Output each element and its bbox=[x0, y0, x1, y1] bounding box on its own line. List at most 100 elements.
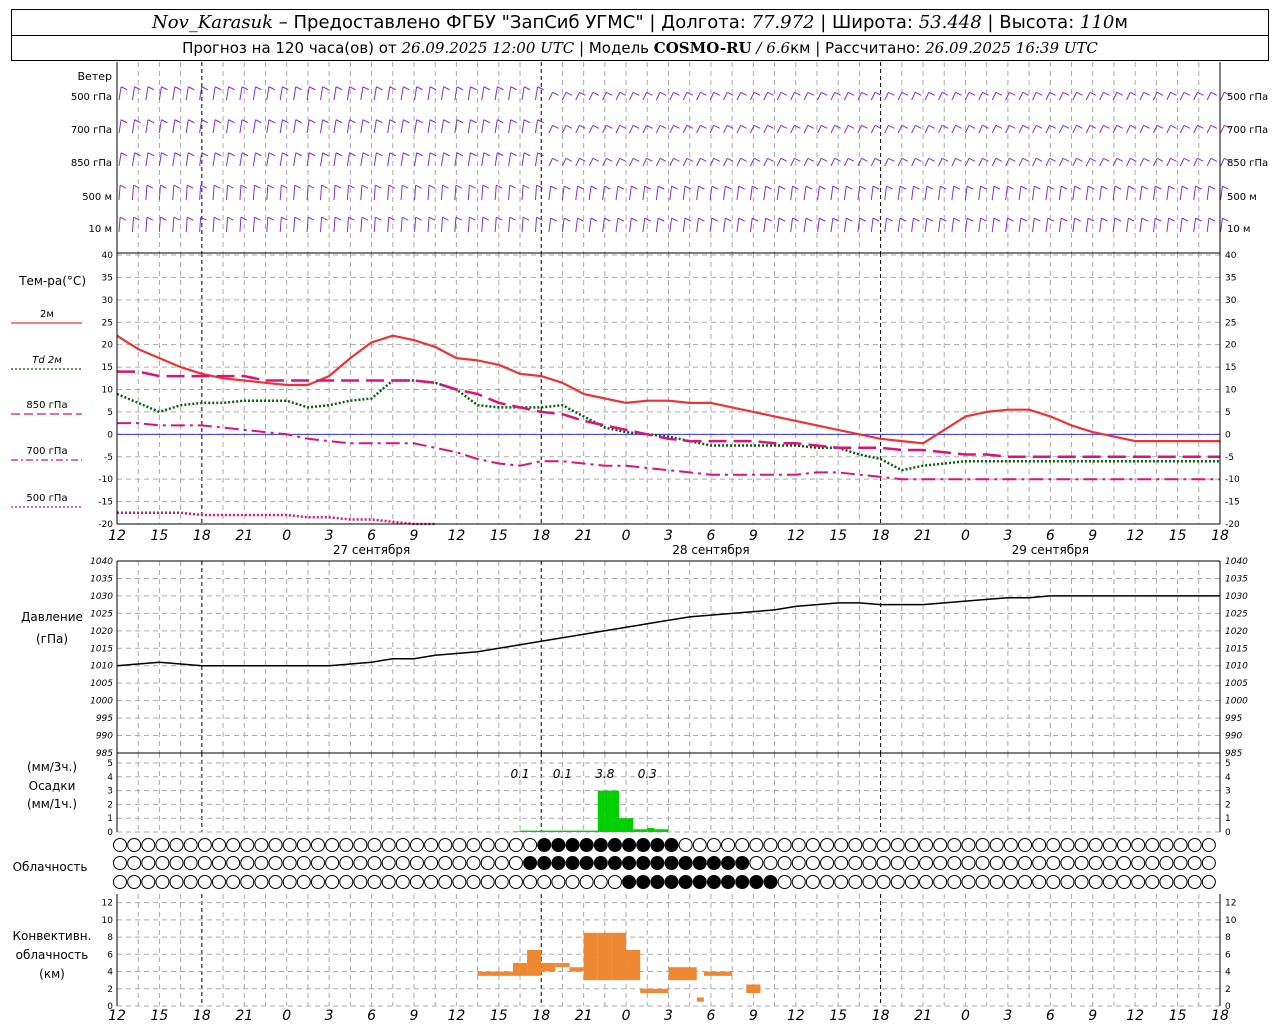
cloud-symbol bbox=[1117, 838, 1132, 852]
wind-barb bbox=[696, 218, 699, 233]
wind-barb bbox=[901, 124, 909, 129]
wind-barb bbox=[1208, 185, 1216, 190]
wind-barb bbox=[1141, 185, 1149, 190]
wind-barb bbox=[483, 152, 491, 157]
wind-barb bbox=[629, 158, 634, 167]
wind-barb bbox=[713, 124, 720, 129]
wind-barb bbox=[723, 158, 728, 167]
wind-barb bbox=[993, 185, 1001, 190]
wind-barb bbox=[213, 216, 221, 221]
wind-barb bbox=[521, 152, 525, 167]
pressure-tick-left: 1020 bbox=[90, 627, 113, 637]
wind-barb bbox=[579, 124, 586, 129]
hour-tick: 3 bbox=[1003, 528, 1012, 544]
precip-bar bbox=[633, 829, 641, 832]
wind-barb bbox=[682, 92, 688, 101]
wind-barb bbox=[870, 186, 874, 201]
pressure-tick-left: 990 bbox=[96, 732, 113, 742]
wind-barb bbox=[1018, 92, 1024, 101]
wind-barb bbox=[282, 152, 289, 157]
conv-tick-left: 2 bbox=[107, 985, 113, 995]
date-label: 29 сентября bbox=[1012, 543, 1089, 557]
wind-barb bbox=[320, 185, 323, 201]
wind-barb bbox=[1139, 218, 1143, 233]
wind-barb bbox=[201, 119, 208, 124]
wind-barb bbox=[767, 157, 774, 162]
cloud-symbol bbox=[834, 875, 849, 889]
wind-barb bbox=[700, 157, 707, 162]
wind-barb bbox=[1099, 125, 1104, 134]
wind-barb bbox=[550, 217, 557, 222]
wind-barb bbox=[134, 119, 141, 124]
wind-barb bbox=[1208, 217, 1216, 222]
cloud-symbol bbox=[155, 838, 170, 852]
wind-barb bbox=[160, 216, 167, 221]
wind-barb bbox=[534, 152, 539, 167]
cloud-symbol bbox=[282, 838, 297, 852]
precip-bar bbox=[534, 830, 542, 832]
wind-barb bbox=[254, 184, 261, 189]
cloud-symbol bbox=[438, 856, 453, 870]
wind-barb bbox=[763, 186, 767, 201]
wind-barb bbox=[534, 119, 539, 134]
cloud-symbol bbox=[890, 838, 905, 852]
wind-barb bbox=[588, 125, 594, 134]
wind-barb bbox=[565, 157, 573, 162]
wind-barb bbox=[456, 86, 464, 91]
wind-barb bbox=[884, 218, 888, 233]
wind-barb bbox=[926, 185, 934, 190]
wind-barb bbox=[415, 216, 422, 221]
hour-tick: 12 bbox=[1126, 528, 1144, 544]
wind-barb bbox=[403, 152, 410, 157]
wind-barb bbox=[642, 158, 648, 167]
wind-barb bbox=[631, 185, 638, 190]
wind-barb bbox=[373, 217, 376, 233]
wind-barb bbox=[1193, 92, 1198, 101]
conv-bar bbox=[512, 962, 528, 976]
wind-barb bbox=[145, 119, 149, 134]
wind-barb bbox=[1126, 92, 1131, 101]
wind-barb bbox=[830, 186, 834, 201]
temp-tick-left: 25 bbox=[102, 318, 113, 328]
wind-barb bbox=[805, 185, 813, 190]
wind-barb bbox=[1032, 92, 1037, 101]
legend-label: 500 гПа bbox=[26, 493, 67, 504]
wind-barb bbox=[615, 158, 621, 167]
wind-barb bbox=[548, 218, 552, 233]
wind-barb bbox=[884, 186, 888, 201]
cloud-symbol bbox=[947, 875, 962, 889]
wind-barb bbox=[619, 91, 626, 96]
wind-barb bbox=[214, 119, 222, 124]
wind-barb bbox=[632, 124, 640, 129]
cloud-title: Облачность bbox=[13, 860, 88, 874]
cloud-symbol bbox=[820, 838, 835, 852]
cloud-symbol bbox=[834, 856, 849, 870]
cloud-symbol bbox=[141, 838, 156, 852]
wind-barb bbox=[834, 157, 841, 162]
wind-barb bbox=[241, 86, 249, 91]
cloud-symbol bbox=[325, 875, 340, 889]
wind-barb bbox=[1193, 158, 1198, 167]
wind-barb bbox=[937, 186, 941, 201]
wind-barb bbox=[602, 218, 605, 233]
precip-bar bbox=[562, 830, 570, 832]
wind-barb bbox=[1139, 158, 1145, 167]
wind-barb bbox=[817, 158, 822, 167]
cloud-symbol bbox=[494, 838, 509, 852]
pressure-tick-left: 1010 bbox=[90, 662, 113, 672]
wind-barb bbox=[588, 92, 594, 101]
wind-barb bbox=[335, 152, 343, 157]
wind-barb bbox=[940, 217, 947, 222]
wind-barb bbox=[255, 119, 262, 124]
wind-barb bbox=[790, 186, 793, 201]
cloud-symbol bbox=[904, 856, 919, 870]
wind-barb bbox=[362, 152, 370, 157]
conv-bar bbox=[569, 967, 584, 972]
hour-tick: 0 bbox=[961, 528, 970, 544]
wind-barb bbox=[400, 152, 404, 167]
precip-bar bbox=[597, 790, 605, 832]
wind-barb bbox=[1058, 92, 1064, 101]
wind-barb bbox=[362, 119, 370, 124]
wind-barb bbox=[308, 119, 316, 124]
hour-tick: 0 bbox=[622, 528, 631, 544]
